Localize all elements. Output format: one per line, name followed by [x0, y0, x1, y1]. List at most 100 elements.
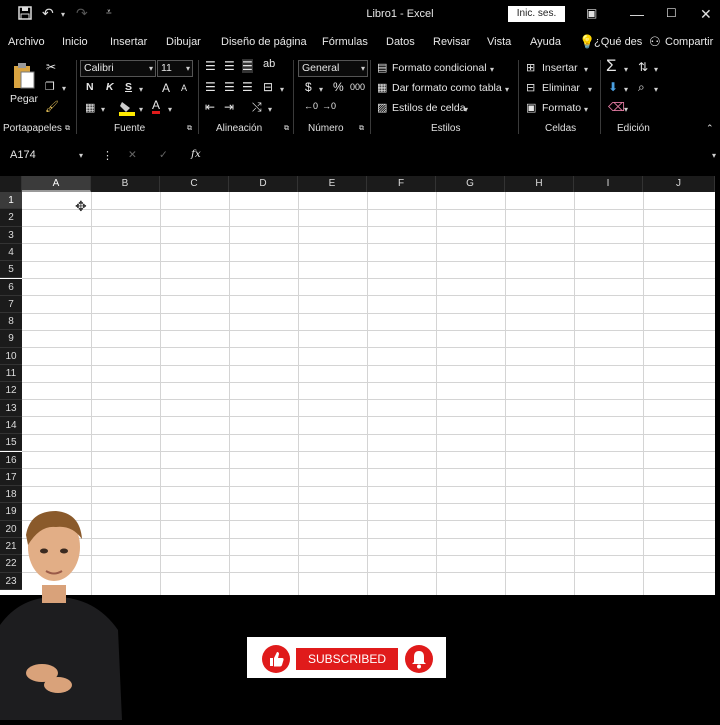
cut-icon[interactable]: ✂: [46, 60, 56, 74]
row-header[interactable]: 1: [0, 192, 22, 210]
column-header[interactable]: B: [91, 176, 160, 192]
text-direction-icon[interactable]: ⤭: [252, 100, 262, 115]
copy-dropdown-icon[interactable]: ▾: [62, 84, 66, 93]
sort-filter-dropdown-icon[interactable]: ▾: [654, 65, 658, 74]
delete-cells-icon[interactable]: ⊟: [526, 81, 535, 94]
grow-font-button[interactable]: A: [162, 81, 170, 95]
tab-ayuda[interactable]: Ayuda: [530, 36, 561, 48]
fill-icon[interactable]: ⬇: [608, 80, 618, 94]
tab-dibujar[interactable]: Dibujar: [166, 36, 201, 48]
align-right-icon[interactable]: ☰: [242, 80, 253, 94]
underline-button[interactable]: S: [125, 81, 132, 93]
percent-button[interactable]: %: [333, 80, 344, 94]
row-header[interactable]: 15: [0, 434, 22, 452]
format-table-icon[interactable]: ▦: [377, 81, 387, 94]
merge-dropdown-icon[interactable]: ▾: [280, 85, 284, 94]
copy-icon[interactable]: ❐: [45, 80, 55, 93]
conditional-format-icon[interactable]: ▤: [377, 61, 387, 74]
clear-dropdown-icon[interactable]: ▾: [624, 105, 628, 114]
tab-formulas[interactable]: Fórmulas: [322, 36, 368, 48]
underline-dropdown-icon[interactable]: ▾: [139, 85, 143, 94]
fill-dropdown-icon[interactable]: ▾: [624, 85, 628, 94]
chevron-down-icon[interactable]: ▾: [584, 65, 588, 74]
format-table-button[interactable]: Dar formato como tabla: [392, 82, 502, 94]
align-top-icon[interactable]: ☰: [205, 59, 216, 73]
row-header[interactable]: 8: [0, 313, 22, 331]
find-dropdown-icon[interactable]: ▾: [654, 85, 658, 94]
autosum-dropdown-icon[interactable]: ▾: [624, 65, 628, 74]
delete-cells-button[interactable]: Eliminar: [542, 82, 580, 94]
decrease-decimal-button[interactable]: →0: [322, 101, 336, 111]
column-header[interactable]: A: [22, 176, 91, 192]
launcher-icon[interactable]: ⧉: [284, 125, 289, 133]
row-header[interactable]: 13: [0, 399, 22, 417]
formula-input[interactable]: [212, 146, 712, 166]
row-header[interactable]: 10: [0, 347, 22, 365]
fill-color-icon[interactable]: [118, 100, 136, 121]
thumbs-up-icon[interactable]: [262, 645, 290, 673]
autosum-button[interactable]: Σ: [606, 56, 617, 76]
cell-styles-icon[interactable]: ▨: [377, 101, 387, 114]
thousands-button[interactable]: 000: [350, 82, 365, 92]
row-header[interactable]: 9: [0, 330, 22, 348]
chevron-down-icon[interactable]: ▾: [490, 65, 494, 74]
column-header[interactable]: I: [574, 176, 643, 192]
column-header[interactable]: D: [229, 176, 298, 192]
font-size-select[interactable]: 11 ▾: [157, 60, 193, 77]
cell-styles-button[interactable]: Estilos de celda: [392, 102, 466, 114]
text-direction-dropdown-icon[interactable]: ▾: [268, 105, 272, 114]
format-cells-icon[interactable]: ▣: [526, 101, 536, 114]
align-middle-icon[interactable]: ☰: [224, 59, 235, 73]
bold-button[interactable]: N: [86, 81, 94, 93]
row-header[interactable]: 7: [0, 295, 22, 314]
insert-cells-button[interactable]: Insertar: [542, 62, 578, 74]
column-header[interactable]: J: [643, 176, 715, 192]
currency-dropdown-icon[interactable]: ▾: [319, 85, 323, 94]
font-color-button[interactable]: A: [152, 99, 161, 114]
orientation-icon[interactable]: ab: [263, 58, 275, 70]
conditional-format-button[interactable]: Formato condicional: [392, 62, 487, 74]
column-header[interactable]: E: [298, 176, 367, 192]
row-header[interactable]: 12: [0, 382, 22, 400]
collapse-ribbon-icon[interactable]: ⌃: [706, 123, 714, 134]
tab-inicio[interactable]: Inicio: [62, 36, 88, 48]
share-button[interactable]: Compartir: [665, 36, 713, 48]
align-bottom-icon[interactable]: ☰: [242, 59, 253, 73]
tab-archivo[interactable]: Archivo: [8, 36, 45, 48]
row-header[interactable]: 14: [0, 416, 22, 435]
tab-datos[interactable]: Datos: [386, 36, 415, 48]
font-name-select[interactable]: Calibri ▾: [80, 60, 156, 77]
align-center-icon[interactable]: ☰: [224, 80, 235, 94]
sort-filter-icon[interactable]: ⇅: [638, 60, 648, 74]
name-box[interactable]: A174 ▾: [0, 146, 92, 166]
italic-button[interactable]: K: [106, 81, 114, 93]
font-color-dropdown-icon[interactable]: ▾: [168, 105, 172, 114]
column-header[interactable]: F: [367, 176, 436, 192]
chevron-down-icon[interactable]: ▾: [588, 85, 592, 94]
expand-formula-icon[interactable]: ▾: [712, 151, 716, 160]
cancel-entry-button[interactable]: ✕: [128, 149, 137, 161]
row-header[interactable]: 5: [0, 261, 22, 279]
tell-me-search[interactable]: ¿Qué des: [594, 36, 642, 48]
chevron-down-icon[interactable]: ▾: [464, 105, 468, 114]
increase-indent-icon[interactable]: ⇥: [224, 100, 234, 114]
currency-button[interactable]: $: [305, 80, 312, 94]
more-options-icon[interactable]: ⋮: [102, 149, 113, 162]
clear-icon[interactable]: ⌫: [608, 100, 625, 114]
column-header[interactable]: H: [505, 176, 574, 192]
tab-revisar[interactable]: Revisar: [433, 36, 470, 48]
format-cells-button[interactable]: Formato: [542, 102, 581, 114]
ribbon-display-icon[interactable]: ▣: [586, 6, 597, 20]
row-header[interactable]: 16: [0, 451, 22, 469]
insert-cells-icon[interactable]: ⊞: [526, 61, 535, 74]
row-header[interactable]: 17: [0, 468, 22, 487]
minimize-icon[interactable]: —: [630, 6, 644, 22]
column-header[interactable]: G: [436, 176, 505, 192]
tab-diseno[interactable]: Diseño de página: [221, 36, 307, 48]
row-header[interactable]: 4: [0, 243, 22, 262]
tab-insertar[interactable]: Insertar: [110, 36, 147, 48]
fill-color-dropdown-icon[interactable]: ▾: [139, 105, 143, 114]
bell-icon[interactable]: [405, 645, 433, 673]
borders-icon[interactable]: ▦: [85, 101, 95, 114]
row-header[interactable]: 6: [0, 278, 22, 296]
